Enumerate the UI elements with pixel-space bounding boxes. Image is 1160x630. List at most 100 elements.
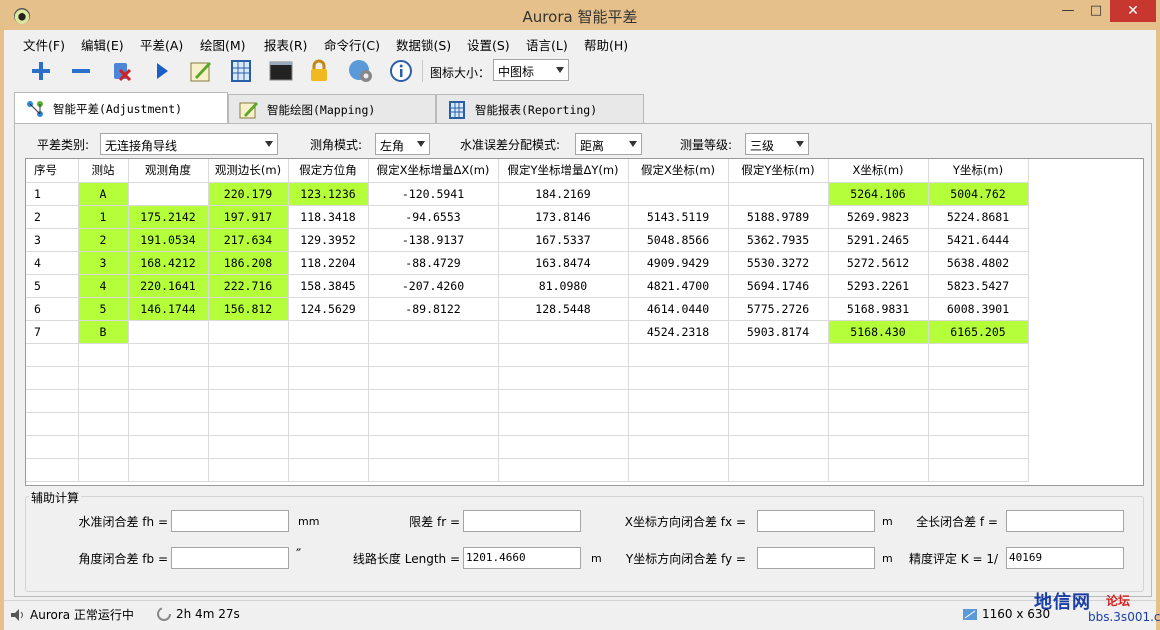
table-cell[interactable]: 5143.5119	[628, 205, 729, 229]
table-cell[interactable]: 222.716	[208, 274, 289, 298]
table-cell[interactable]	[628, 435, 729, 459]
table-cell[interactable]: 1	[26, 182, 79, 206]
icon-size-select[interactable]: 中图标	[493, 59, 569, 81]
table-cell[interactable]: A	[78, 182, 129, 206]
table-cell[interactable]	[628, 389, 729, 413]
col-header[interactable]: 测站	[78, 159, 129, 183]
table-cell[interactable]	[78, 343, 129, 367]
table-cell[interactable]	[128, 366, 209, 390]
menu-report[interactable]: 报表(R)	[264, 35, 307, 54]
col-header[interactable]: 序号	[26, 159, 79, 183]
table-cell[interactable]: 217.634	[208, 228, 289, 252]
menu-file[interactable]: 文件(F)	[23, 35, 65, 54]
menu-help[interactable]: 帮助(H)	[584, 35, 628, 54]
table-cell[interactable]	[928, 343, 1029, 367]
table-cell[interactable]: 128.5448	[498, 297, 629, 321]
table-cell[interactable]: 4524.2318	[628, 320, 729, 344]
table-cell[interactable]: 5775.2726	[728, 297, 829, 321]
length-input[interactable]: 1201.4660	[463, 547, 581, 569]
table-cell[interactable]: 124.5629	[288, 297, 369, 321]
col-header[interactable]: 假定方位角	[288, 159, 369, 183]
table-cell[interactable]	[928, 366, 1029, 390]
table-cell[interactable]: 5188.9789	[728, 205, 829, 229]
table-cell[interactable]: 1	[78, 205, 129, 229]
lock-icon[interactable]	[306, 58, 332, 84]
fb-input[interactable]	[171, 547, 289, 569]
fr-input[interactable]	[463, 510, 581, 532]
table-cell[interactable]	[828, 389, 929, 413]
table-cell[interactable]: 163.8474	[498, 251, 629, 275]
table-cell[interactable]: 5004.762	[928, 182, 1029, 206]
table-cell[interactable]: 158.3845	[288, 274, 369, 298]
col-header[interactable]: 观测边长(m)	[208, 159, 289, 183]
table-cell[interactable]	[828, 343, 929, 367]
level-mode-select[interactable]: 距离	[575, 133, 642, 155]
table-cell[interactable]: 5638.4802	[928, 251, 1029, 275]
table-cell[interactable]	[288, 435, 369, 459]
table-cell[interactable]: 5168.9831	[828, 297, 929, 321]
table-cell[interactable]: -89.8122	[368, 297, 499, 321]
table-cell[interactable]	[208, 412, 289, 436]
table-cell[interactable]: 5421.6444	[928, 228, 1029, 252]
table-cell[interactable]: 168.4212	[128, 251, 209, 275]
settings-globe-icon[interactable]	[348, 58, 374, 84]
table-cell[interactable]: 5694.1746	[728, 274, 829, 298]
table-cell[interactable]: 2	[26, 205, 79, 229]
table-cell[interactable]	[208, 343, 289, 367]
table-cell[interactable]: -94.6553	[368, 205, 499, 229]
table-cell[interactable]: 5903.8174	[728, 320, 829, 344]
menu-draw[interactable]: 绘图(M)	[200, 35, 246, 54]
close-button[interactable]: ✕	[1110, 0, 1156, 22]
table-cell[interactable]: 5362.7935	[728, 228, 829, 252]
table-cell[interactable]	[288, 343, 369, 367]
table-cell[interactable]: 6165.205	[928, 320, 1029, 344]
table-cell[interactable]	[728, 435, 829, 459]
table-cell[interactable]	[498, 458, 629, 482]
table-cell[interactable]: 5	[26, 274, 79, 298]
table-cell[interactable]	[208, 389, 289, 413]
fy-input[interactable]	[757, 547, 875, 569]
table-cell[interactable]: 7	[26, 320, 79, 344]
table-cell[interactable]: 118.2204	[288, 251, 369, 275]
menu-datalock[interactable]: 数据锁(S)	[396, 35, 451, 54]
table-cell[interactable]: 123.1236	[288, 182, 369, 206]
table-cell[interactable]	[498, 412, 629, 436]
table-cell[interactable]: 191.0534	[128, 228, 209, 252]
table-cell[interactable]	[728, 389, 829, 413]
table-cell[interactable]: 4909.9429	[628, 251, 729, 275]
table-cell[interactable]: 5272.5612	[828, 251, 929, 275]
table-cell[interactable]: 3	[78, 251, 129, 275]
table-cell[interactable]: 81.0980	[498, 274, 629, 298]
table-cell[interactable]	[628, 458, 729, 482]
table-cell[interactable]: 184.2169	[498, 182, 629, 206]
table-cell[interactable]	[128, 458, 209, 482]
table-cell[interactable]: 5291.2465	[828, 228, 929, 252]
adjust-type-select[interactable]: 无连接角导线	[100, 133, 278, 155]
table-cell[interactable]	[928, 389, 1029, 413]
table-cell[interactable]	[208, 435, 289, 459]
table-cell[interactable]	[208, 458, 289, 482]
calculator-icon[interactable]	[228, 58, 254, 84]
table-cell[interactable]	[728, 366, 829, 390]
table-cell[interactable]	[368, 389, 499, 413]
table-cell[interactable]: -138.9137	[368, 228, 499, 252]
table-cell[interactable]	[498, 320, 629, 344]
col-header[interactable]: 假定X坐标(m)	[628, 159, 729, 183]
table-cell[interactable]: 3	[26, 228, 79, 252]
table-cell[interactable]: 118.3418	[288, 205, 369, 229]
table-cell[interactable]	[728, 343, 829, 367]
table-cell[interactable]	[728, 412, 829, 436]
table-cell[interactable]: -88.4729	[368, 251, 499, 275]
col-header[interactable]: X坐标(m)	[828, 159, 929, 183]
table-cell[interactable]	[128, 435, 209, 459]
table-cell[interactable]	[828, 366, 929, 390]
table-cell[interactable]: 173.8146	[498, 205, 629, 229]
clear-icon[interactable]	[108, 58, 134, 84]
maximize-button[interactable]: □	[1083, 0, 1109, 22]
table-cell[interactable]: 129.3952	[288, 228, 369, 252]
table-cell[interactable]	[288, 366, 369, 390]
table-cell[interactable]: -207.4260	[368, 274, 499, 298]
edit-icon[interactable]	[188, 58, 214, 84]
table-cell[interactable]	[288, 389, 369, 413]
table-cell[interactable]	[928, 458, 1029, 482]
